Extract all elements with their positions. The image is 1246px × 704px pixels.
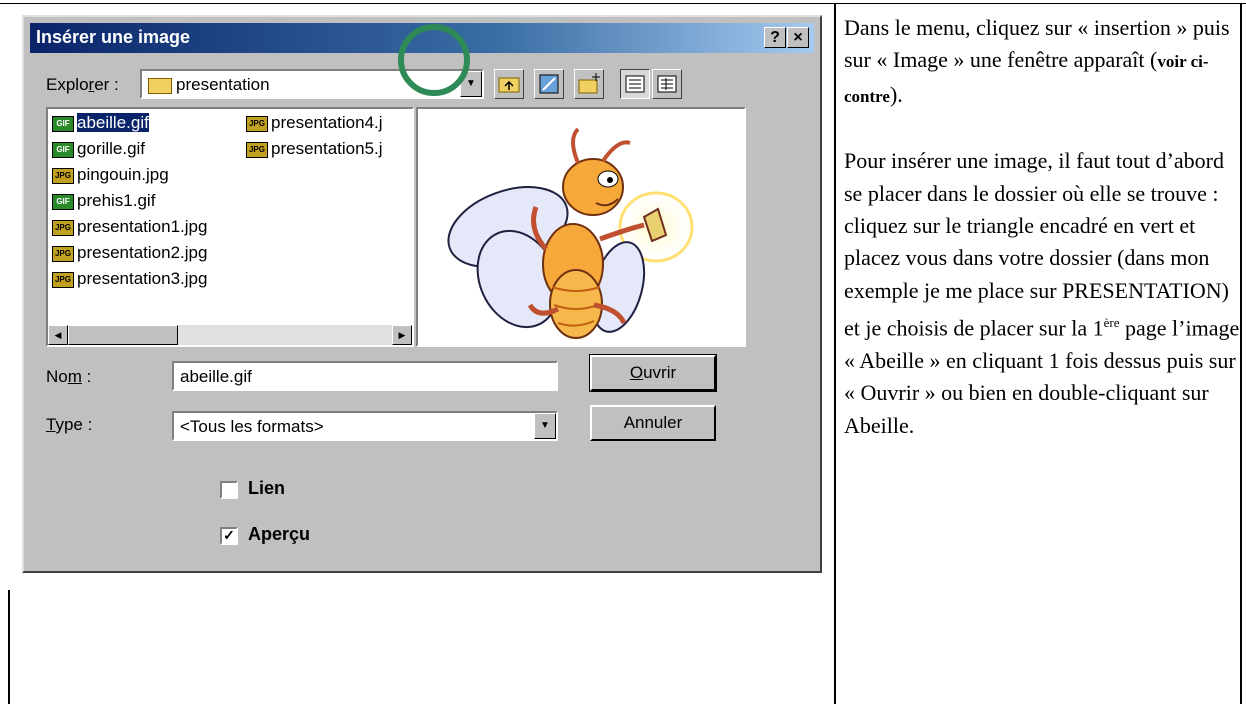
web-search-button[interactable] bbox=[534, 69, 564, 99]
preview-checkbox-label: Aperçu bbox=[248, 524, 311, 544]
file-type-value: <Tous les formats> bbox=[180, 417, 324, 436]
details-view-icon bbox=[657, 75, 677, 93]
file-item[interactable]: GIF gorille.gif bbox=[52, 139, 145, 165]
look-in-label: Explorer : bbox=[46, 75, 119, 95]
file-item[interactable]: JPG presentation3.jpg bbox=[52, 269, 207, 295]
file-type-dropdown-button[interactable]: ▼ bbox=[534, 413, 556, 439]
file-item[interactable]: GIF abeille.gif bbox=[52, 113, 149, 139]
jpg-file-icon: JPG bbox=[246, 141, 268, 158]
instructions-text: Dans le menu, cliquez sur « insertion » … bbox=[844, 12, 1242, 474]
help-button[interactable]: ? bbox=[764, 27, 786, 48]
scrollbar-thumb[interactable] bbox=[68, 325, 178, 345]
image-preview bbox=[416, 107, 746, 347]
link-label: Lien bbox=[248, 478, 286, 498]
name-label: Nom : bbox=[46, 367, 91, 387]
name-label-accel: m bbox=[67, 367, 82, 386]
insert-image-dialog: Insérer une image ? × Explorer : present… bbox=[22, 15, 822, 573]
file-name: gorille.gif bbox=[77, 139, 146, 158]
link-checkbox[interactable] bbox=[220, 481, 238, 499]
scroll-left-button[interactable]: ◀ bbox=[48, 325, 68, 345]
highlight-circle bbox=[398, 24, 470, 96]
instr-p1-b: ). bbox=[889, 81, 903, 107]
name-label-b: : bbox=[81, 367, 92, 386]
file-name: abeille.gif bbox=[77, 113, 149, 132]
gif-file-icon: GIF bbox=[52, 141, 74, 158]
file-name: prehis1.gif bbox=[77, 191, 156, 210]
jpg-file-icon: JPG bbox=[52, 271, 74, 288]
look-in-label-a: Explo bbox=[46, 75, 89, 94]
up-one-level-button[interactable] bbox=[494, 69, 524, 99]
table-top-border bbox=[0, 3, 1246, 4]
file-list[interactable]: GIF abeille.gif GIF gorille.gif JPG pingoui… bbox=[46, 107, 414, 347]
chevron-down-icon: ▼ bbox=[540, 420, 550, 431]
instructions-paragraph-2: Pour insérer une image, il faut tout d’a… bbox=[844, 145, 1242, 442]
preview-checkbox[interactable]: ✓ bbox=[220, 527, 238, 545]
scroll-right-button[interactable]: ▶ bbox=[392, 325, 412, 345]
file-item[interactable]: JPG presentation2.jpg bbox=[52, 243, 207, 269]
horizontal-scrollbar[interactable]: ◀ ▶ bbox=[48, 325, 412, 345]
file-name: presentation5.j bbox=[271, 139, 383, 158]
up-folder-icon bbox=[498, 77, 520, 93]
open-button-label: uvrir bbox=[643, 363, 677, 382]
open-button[interactable]: Ouvrir bbox=[589, 354, 717, 392]
look-in-value-wrap: presentation bbox=[148, 75, 270, 95]
open-button-accel: O bbox=[629, 363, 644, 382]
file-item[interactable]: JPG presentation5.j bbox=[246, 139, 383, 165]
web-search-icon bbox=[539, 74, 559, 94]
table-column-divider bbox=[834, 3, 836, 704]
bee-illustration bbox=[447, 127, 698, 339]
jpg-file-icon: JPG bbox=[246, 115, 268, 132]
gif-file-icon: GIF bbox=[52, 193, 74, 210]
file-name: presentation4.j bbox=[271, 113, 383, 132]
instructions-paragraph-1: Dans le menu, cliquez sur « insertion » … bbox=[844, 12, 1242, 113]
file-type-select[interactable]: <Tous les formats> ▼ bbox=[172, 411, 558, 441]
jpg-file-icon: JPG bbox=[52, 167, 74, 184]
file-item[interactable]: JPG pingouin.jpg bbox=[52, 165, 169, 191]
cancel-button[interactable]: Annuler bbox=[590, 405, 716, 441]
instr-p2-a: Pour insérer une image, il faut tout d’a… bbox=[844, 148, 1229, 341]
file-name: pingouin.jpg bbox=[77, 165, 169, 184]
new-folder-icon bbox=[578, 73, 600, 94]
file-name: presentation1.jpg bbox=[77, 217, 208, 236]
file-name-input[interactable]: abeille.gif bbox=[172, 361, 558, 391]
new-folder-button[interactable] bbox=[574, 69, 604, 99]
file-item[interactable]: JPG presentation4.j bbox=[246, 113, 383, 139]
close-button[interactable]: × bbox=[787, 27, 809, 48]
jpg-file-icon: JPG bbox=[52, 245, 74, 262]
instr-p2-sup: ère bbox=[1103, 315, 1120, 331]
folder-icon bbox=[148, 77, 172, 94]
type-label-b: ype : bbox=[55, 415, 93, 434]
list-view-icon bbox=[625, 75, 645, 93]
file-name-value: abeille.gif bbox=[180, 367, 252, 386]
look-in-label-b: er : bbox=[94, 75, 119, 94]
look-in-value: presentation bbox=[176, 75, 270, 94]
file-item[interactable]: JPG presentation1.jpg bbox=[52, 217, 207, 243]
jpg-file-icon: JPG bbox=[52, 219, 74, 236]
gif-file-icon: GIF bbox=[52, 115, 74, 132]
list-view-button[interactable] bbox=[620, 69, 650, 99]
file-name: presentation3.jpg bbox=[77, 269, 208, 288]
table-left-border bbox=[8, 590, 10, 704]
name-label-a: No bbox=[46, 367, 68, 386]
details-view-button[interactable] bbox=[652, 69, 682, 99]
dialog-title: Insérer une image bbox=[36, 27, 191, 47]
file-name: presentation2.jpg bbox=[77, 243, 208, 262]
file-item[interactable]: GIF prehis1.gif bbox=[52, 191, 155, 217]
type-label: Type : bbox=[46, 415, 92, 435]
